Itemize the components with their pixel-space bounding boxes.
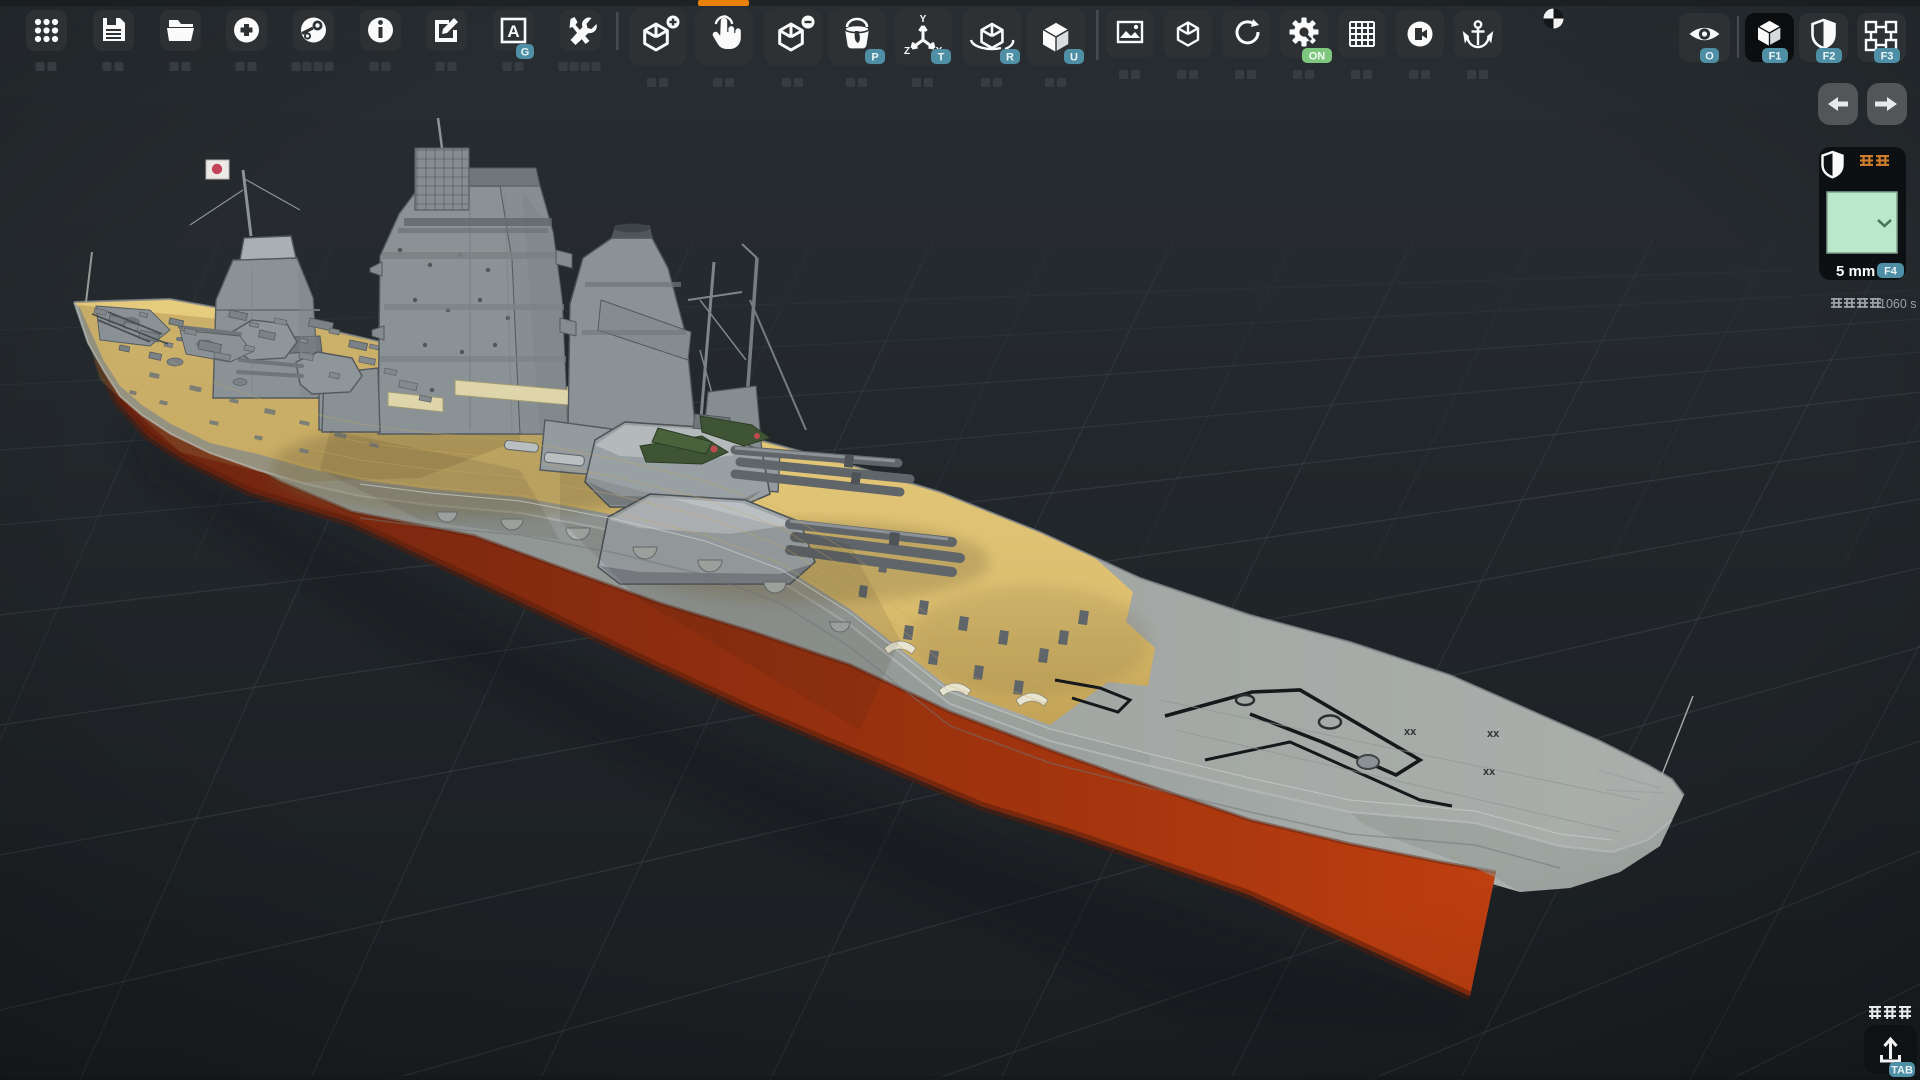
svg-text:R: R	[1006, 52, 1014, 64]
svg-text:5 mm: 5 mm	[1836, 263, 1875, 280]
svg-text:F1: F1	[1769, 51, 1782, 63]
svg-text:A: A	[507, 22, 519, 41]
svg-text:TAB: TAB	[1891, 1065, 1913, 1077]
svg-text:T: T	[938, 52, 945, 64]
svg-text:Z: Z	[904, 46, 910, 57]
svg-text:F3: F3	[1881, 51, 1894, 63]
svg-text:1060 s: 1060 s	[1879, 297, 1917, 311]
svg-text:O: O	[1705, 51, 1714, 63]
svg-text:F4: F4	[1884, 266, 1898, 278]
svg-text:Y: Y	[920, 14, 927, 25]
svg-text:G: G	[521, 47, 530, 59]
svg-text:P: P	[871, 52, 878, 64]
svg-text:F2: F2	[1823, 51, 1836, 63]
svg-text:U: U	[1070, 52, 1078, 64]
svg-text:ON: ON	[1309, 51, 1326, 63]
